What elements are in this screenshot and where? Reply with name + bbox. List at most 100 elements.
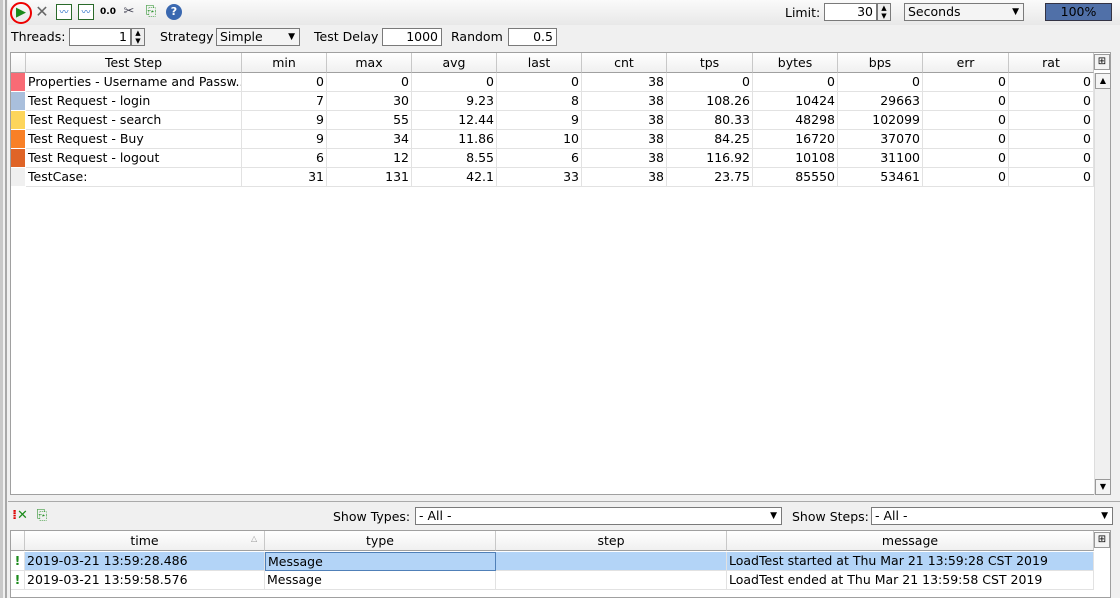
limit-input[interactable]: 30: [824, 3, 877, 21]
cell-bytes: 48298: [753, 111, 838, 130]
strategy-label: Strategy: [160, 29, 214, 44]
threads-input[interactable]: 1: [69, 28, 131, 46]
cell-bytes: 85550: [753, 168, 838, 187]
cell-err: 0: [923, 111, 1009, 130]
cell-err: 0: [923, 92, 1009, 111]
column-header-type[interactable]: type: [265, 531, 496, 551]
show-types-label: Show Types:: [333, 509, 411, 524]
log-cell-time[interactable]: 2019-03-21 13:59:58.576: [25, 571, 265, 590]
cell-tps: 116.92: [667, 149, 753, 168]
cell-bps: 102099: [838, 111, 923, 130]
log-cell-time[interactable]: 2019-03-21 13:59:28.486: [25, 552, 265, 571]
cell-min: 9: [242, 111, 327, 130]
cell-test-step: Test Request - login: [26, 92, 242, 111]
message-icon: !: [11, 552, 25, 571]
cell-tps: 84.25: [667, 130, 753, 149]
show-steps-select[interactable]: - All - ▼: [871, 507, 1113, 525]
vertical-scrollbar[interactable]: ▲ ▼: [1094, 73, 1111, 495]
cell-rat: 0: [1009, 130, 1094, 149]
options-icon[interactable]: ✂: [121, 4, 137, 20]
cell-rat: 0: [1009, 73, 1094, 92]
threads-spinner[interactable]: ▲ ▼: [131, 28, 145, 46]
show-steps-label: Show Steps:: [792, 509, 869, 524]
cell-last: 0: [497, 73, 582, 92]
cell-last: 8: [497, 92, 582, 111]
sort-ascending-icon: △: [251, 534, 258, 543]
column-header-avg[interactable]: avg: [412, 53, 497, 73]
random-label: Random: [451, 29, 503, 44]
strategy-value: Simple: [220, 29, 263, 44]
column-header-bytes[interactable]: bytes: [753, 53, 838, 73]
step-color-swatch: [11, 73, 26, 92]
column-header-max[interactable]: max: [327, 53, 412, 73]
export-log-icon[interactable]: ⎘: [34, 508, 50, 524]
column-header-min[interactable]: min: [242, 53, 327, 73]
cell-cnt: 38: [582, 168, 667, 187]
cell-bps: 37070: [838, 130, 923, 149]
cell-max: 34: [327, 130, 412, 149]
cell-rat: 0: [1009, 92, 1094, 111]
cell-min: 9: [242, 130, 327, 149]
column-chooser-icon[interactable]: ⊞: [1094, 54, 1110, 70]
step-color-swatch: [11, 92, 26, 111]
left-border: [0, 0, 3, 598]
export-icon[interactable]: ⎘: [143, 4, 159, 20]
log-cell-step[interactable]: [496, 571, 727, 590]
log-cell-type[interactable]: Message: [265, 571, 496, 590]
column-header-step[interactable]: step: [496, 531, 727, 551]
cell-max: 55: [327, 111, 412, 130]
strategy-select[interactable]: Simple ▼: [216, 28, 300, 46]
column-header-message[interactable]: message: [727, 531, 1094, 551]
log-cell-message[interactable]: LoadTest ended at Thu Mar 21 13:59:58 CS…: [727, 571, 1094, 590]
message-icon: !: [11, 571, 25, 590]
scroll-up-button[interactable]: ▲: [1095, 73, 1111, 89]
column-header-rat[interactable]: rat: [1009, 53, 1094, 73]
column-header-time[interactable]: time: [25, 531, 265, 551]
statistics-history-icon[interactable]: 〰: [78, 4, 94, 20]
log-cell-message[interactable]: LoadTest started at Thu Mar 21 13:59:28 …: [727, 552, 1094, 571]
cancel-icon[interactable]: ✕: [34, 4, 50, 20]
column-header-test-step[interactable]: Test Step: [26, 53, 242, 73]
test-delay-label: Test Delay: [314, 29, 379, 44]
clear-log-icon[interactable]: ⁞✕: [12, 508, 28, 524]
column-header-bps[interactable]: bps: [838, 53, 923, 73]
cell-max: 131: [327, 168, 412, 187]
scroll-down-button[interactable]: ▼: [1095, 479, 1111, 495]
cell-rat: 0: [1009, 111, 1094, 130]
log-cell-step[interactable]: [496, 552, 727, 571]
cell-test-step: TestCase:: [26, 168, 242, 187]
column-header-last[interactable]: last: [497, 53, 582, 73]
statistics-graph-icon[interactable]: 〰: [56, 4, 72, 20]
cell-err: 0: [923, 73, 1009, 92]
cell-test-step: Properties - Username and Passw...: [26, 73, 242, 92]
limit-spinner[interactable]: ▲ ▼: [877, 3, 891, 21]
cell-bps: 0: [838, 73, 923, 92]
cell-test-step: Test Request - logout: [26, 149, 242, 168]
log-cell-type[interactable]: Message: [265, 552, 496, 571]
cell-last: 33: [497, 168, 582, 187]
help-icon[interactable]: ?: [166, 4, 182, 20]
limit-label: Limit:: [785, 5, 821, 20]
column-header-err[interactable]: err: [923, 53, 1009, 73]
cell-test-step: Test Request - search: [26, 111, 242, 130]
icon-column-header: [11, 531, 25, 551]
column-header-cnt[interactable]: cnt: [582, 53, 667, 73]
reset-icon[interactable]: 0.0: [100, 4, 116, 20]
run-button[interactable]: ▶: [10, 2, 32, 24]
cell-max: 12: [327, 149, 412, 168]
cell-last: 9: [497, 111, 582, 130]
cell-bps: 31100: [838, 149, 923, 168]
column-header-tps[interactable]: tps: [667, 53, 753, 73]
column-chooser-icon[interactable]: ⊞: [1094, 532, 1110, 548]
show-types-select[interactable]: - All - ▼: [415, 507, 782, 525]
step-color-swatch: [11, 168, 26, 187]
limit-unit-select[interactable]: Seconds ▼: [904, 3, 1024, 21]
progress-bar: 100%: [1045, 3, 1112, 21]
cell-tps: 0: [667, 73, 753, 92]
random-input[interactable]: 0.5: [508, 28, 557, 46]
test-delay-input[interactable]: 1000: [382, 28, 442, 46]
step-color-swatch: [11, 149, 26, 168]
cell-cnt: 38: [582, 130, 667, 149]
run-icon: ▶: [16, 5, 26, 20]
cell-err: 0: [923, 130, 1009, 149]
